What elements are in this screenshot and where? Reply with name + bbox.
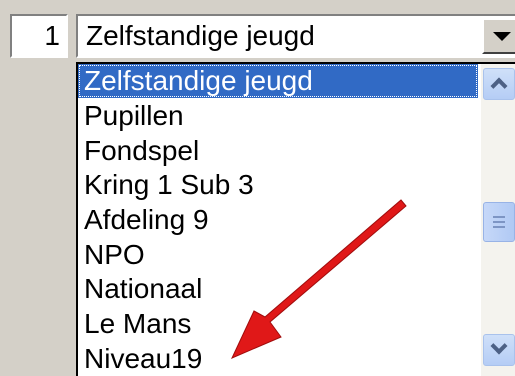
list-item[interactable]: Afdeling 9 — [78, 203, 478, 237]
chevron-down-icon — [490, 337, 508, 355]
list-item-label: Le Mans — [84, 308, 192, 339]
list-item[interactable]: Nationaal — [78, 272, 478, 306]
list-item-label: Pupillen — [84, 100, 184, 131]
list-item-label: Kring 1 Sub 3 — [84, 169, 254, 200]
list-item[interactable]: Zelfstandige jeugd — [78, 64, 478, 98]
list-item[interactable]: Kring 1 Sub 3 — [78, 168, 478, 202]
scroll-down-button[interactable] — [483, 334, 515, 366]
grip-line — [493, 221, 505, 223]
scroll-up-button[interactable] — [483, 68, 515, 100]
list-item[interactable]: Fondspel — [78, 134, 478, 168]
list-item[interactable]: Niveau19 — [78, 342, 478, 376]
list-item-label: Afdeling 9 — [84, 204, 209, 235]
list-item-label: NPO — [84, 239, 145, 270]
list-item[interactable]: NPO — [78, 238, 478, 272]
list-item-label: Fondspel — [84, 135, 200, 166]
grip-line — [493, 226, 505, 228]
list-item[interactable]: Pupillen — [78, 99, 478, 133]
list-item-label: Zelfstandige jeugd — [84, 65, 313, 96]
chevron-down-icon — [493, 32, 511, 41]
category-combobox[interactable]: Zelfstandige jeugd — [76, 14, 515, 58]
vertical-scrollbar[interactable] — [481, 64, 515, 376]
list-item-label: Nationaal — [84, 273, 203, 304]
scroll-thumb[interactable] — [483, 202, 515, 242]
combobox-value: Zelfstandige jeugd — [86, 20, 315, 51]
row-number-field[interactable]: 1 — [10, 14, 68, 58]
list-item-label: Niveau19 — [84, 343, 203, 374]
grip-line — [493, 216, 505, 218]
dropdown-list[interactable]: Zelfstandige jeugd Pupillen Fondspel Kri… — [76, 62, 515, 376]
dropdown-toggle-button[interactable] — [482, 18, 515, 54]
list-item[interactable]: Le Mans — [78, 307, 478, 341]
row-number-value: 1 — [44, 20, 60, 51]
chevron-up-icon — [490, 77, 508, 95]
